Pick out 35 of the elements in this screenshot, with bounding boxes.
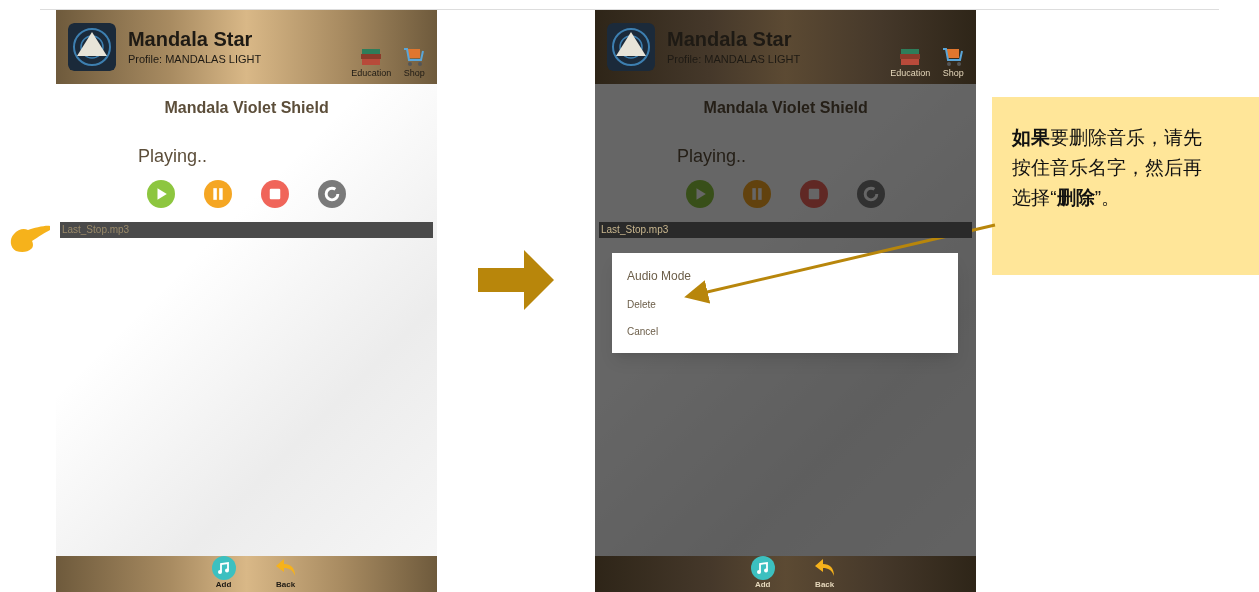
app-name: Mandala Star	[127, 26, 254, 51]
back-button[interactable]: Back	[273, 556, 298, 592]
logo-icon	[67, 23, 116, 71]
menu-item[interactable]: Delete	[612, 291, 958, 318]
play-button[interactable]	[686, 180, 715, 208]
education-button[interactable]: Education	[351, 46, 392, 80]
education-button[interactable]: Education	[890, 46, 931, 80]
replay-button[interactable]	[318, 180, 347, 208]
track-title: Mandala Violet Shield	[703, 98, 868, 118]
books-icon	[360, 46, 383, 67]
cart-icon	[403, 46, 426, 67]
playback-status: Playing..	[677, 145, 748, 168]
menu-item[interactable]: Audio Mode	[612, 261, 958, 291]
logo-icon	[607, 23, 655, 71]
cart-icon	[942, 46, 965, 67]
profile-label: Profile: MANDALAS LIGHT	[127, 51, 263, 67]
track-title: Mandala Violet Shield	[164, 98, 329, 118]
music-note-icon	[750, 556, 775, 580]
right-arrow-icon	[478, 250, 555, 310]
callout-text: 如果要删除音乐，请先按住音乐名字，然后再选择“删除”。	[1012, 126, 1204, 210]
add-button[interactable]: Add	[211, 556, 236, 592]
file-list-item[interactable]: Last_Stop.mp3	[599, 222, 973, 238]
add-button[interactable]: Add	[750, 556, 775, 592]
books-icon	[899, 46, 922, 67]
replay-button[interactable]	[857, 180, 886, 208]
stop-button[interactable]	[800, 180, 829, 208]
shop-button[interactable]: Shop	[942, 46, 965, 80]
stop-button[interactable]	[261, 180, 290, 208]
playback-status: Playing..	[137, 145, 208, 168]
play-button[interactable]	[147, 180, 176, 208]
pause-button[interactable]	[204, 180, 233, 208]
menu-item[interactable]: Cancel	[612, 318, 958, 345]
music-note-icon	[211, 556, 236, 580]
back-button[interactable]: Back	[812, 556, 837, 592]
pause-button[interactable]	[743, 180, 772, 208]
